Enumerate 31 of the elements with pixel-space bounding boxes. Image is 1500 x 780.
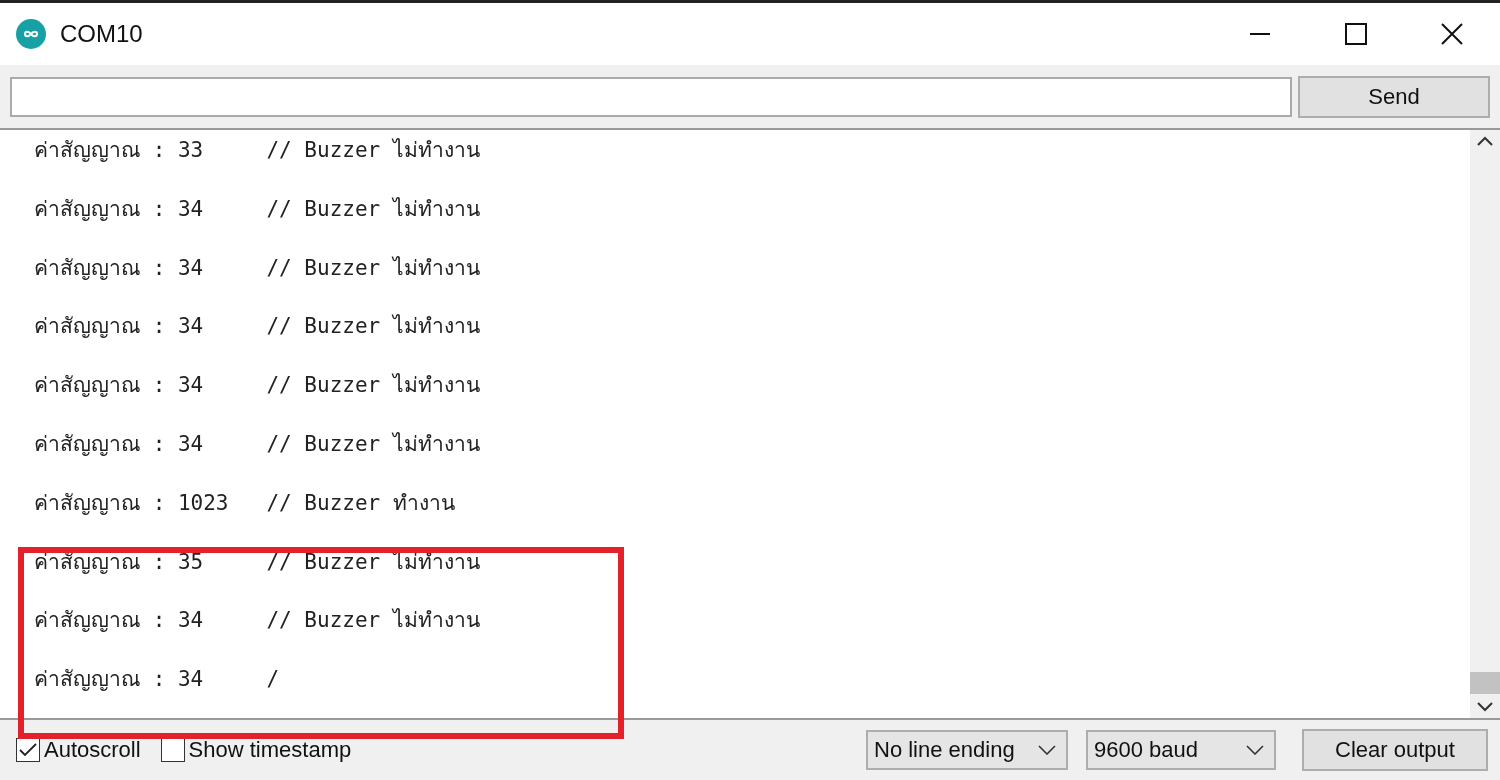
chevron-down-icon xyxy=(1038,745,1056,755)
line-ending-dropdown[interactable]: No line ending xyxy=(866,730,1068,770)
scroll-thumb[interactable] xyxy=(1470,672,1500,694)
output-line: ค่าสัญญาณ : 34 // Buzzer ไม่ทำงาน xyxy=(34,431,481,458)
clear-output-button[interactable]: Clear output xyxy=(1302,729,1488,771)
output-line: ค่าสัญญาณ : 35 // Buzzer ไม่ทำงาน xyxy=(34,548,481,576)
output-line: ค่าสัญญาณ : 34 // Buzzer ไม่ทำงาน xyxy=(34,195,481,223)
checkbox[interactable] xyxy=(16,738,40,762)
output-line: ค่าสัญญาณ : 33 // Buzzer ไม่ทำงาน xyxy=(34,137,481,164)
baud-rate-dropdown[interactable]: 9600 baud xyxy=(1086,730,1276,770)
maximize-icon xyxy=(1345,23,1367,45)
minimize-icon xyxy=(1250,33,1270,35)
check-icon xyxy=(19,743,37,757)
output-line: ค่าสัญญาณ : 34 / xyxy=(34,666,281,694)
checkbox-label: Autoscroll xyxy=(44,737,141,763)
scrollbar[interactable] xyxy=(1470,130,1500,718)
checkbox[interactable] xyxy=(160,738,185,762)
message-input-field[interactable] xyxy=(10,76,1292,117)
output-line: ค่าสัญญาณ : 34 // Buzzer ไม่ทำงาน xyxy=(34,372,481,400)
scroll-up-icon[interactable] xyxy=(1477,136,1493,146)
chevron-down-icon xyxy=(1246,745,1264,755)
app-logo-icon xyxy=(16,19,46,49)
output-line: ค่าสัญญาณ : 34 // Buzzer ไม่ทำงาน xyxy=(34,607,481,635)
checkbox-label: Show timestamp xyxy=(188,737,352,763)
output-line: ค่าสัญญาณ : 1023 // Buzzer ทำงาน xyxy=(34,489,456,517)
close-icon xyxy=(1441,23,1463,45)
scroll-down-icon[interactable] xyxy=(1477,702,1493,712)
send-button[interactable]: Send xyxy=(1298,75,1490,118)
output-line: ค่าสัญญาณ : 34 // Buzzer ไม่ทำงาน xyxy=(34,254,481,282)
window-title: COM10 xyxy=(60,20,144,48)
output-line: ค่าสัญญาณ : 34 // Buzzer ไม่ทำงาน xyxy=(34,313,481,341)
